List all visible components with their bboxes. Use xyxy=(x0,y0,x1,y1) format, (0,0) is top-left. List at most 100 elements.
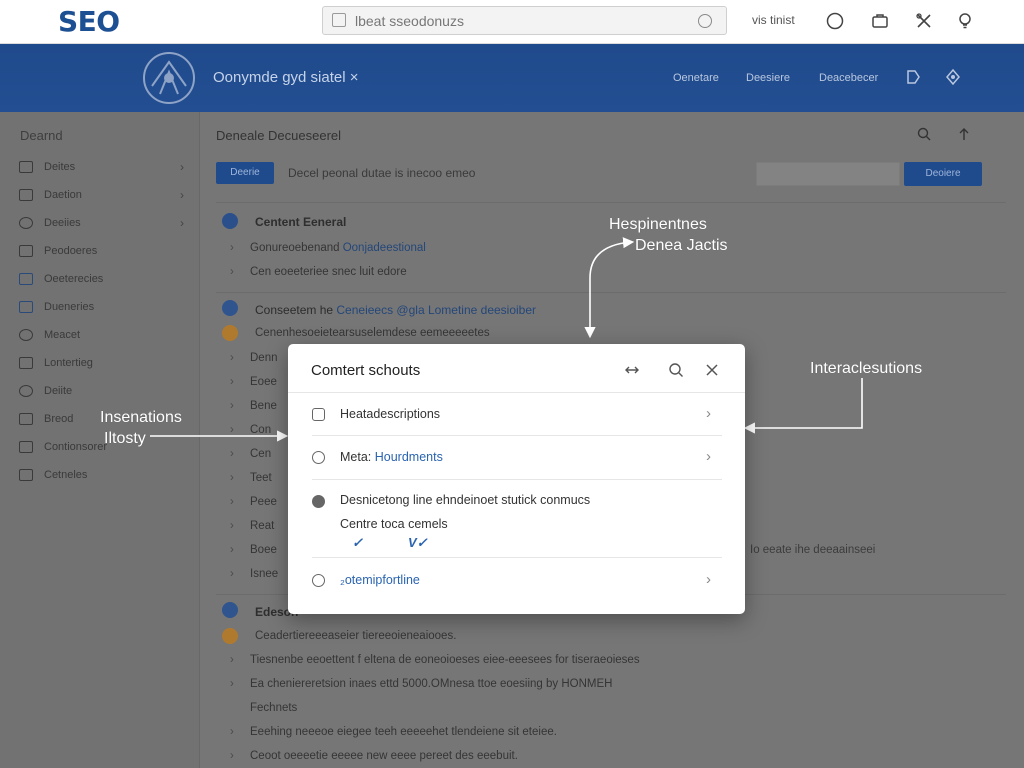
toggle-icon xyxy=(312,495,325,508)
chevron-right-icon: › xyxy=(180,160,184,174)
row-label: Heatadescriptions xyxy=(340,407,441,421)
list-item[interactable]: › Ea cheniereretsion inaes ettd 5000.OMne… xyxy=(230,678,612,690)
sidebar-item-label: Daetion xyxy=(44,189,82,201)
description-icon xyxy=(312,408,325,421)
list-item[interactable]: › Cen eoeeteriee snec luit edore xyxy=(230,266,407,278)
chevron-right-icon: › xyxy=(180,188,184,202)
sidebar-item-label: Deites xyxy=(44,161,76,173)
list-item[interactable]: › Reat xyxy=(230,520,274,532)
settings-icon[interactable] xyxy=(944,68,962,86)
list-item[interactable]: › Con xyxy=(230,424,271,436)
sidebar-item-8[interactable]: Lontertieg xyxy=(0,351,200,377)
filter-input[interactable] xyxy=(756,162,900,186)
folder-icon xyxy=(19,161,33,173)
annotation-top-line1: Hespinentnes xyxy=(609,216,707,233)
divider xyxy=(312,435,722,436)
list-item[interactable]: Fechnets xyxy=(230,702,297,714)
list-item[interactable]: › Ceoot oeeeetie eeeee new eeee pereet de… xyxy=(230,750,518,762)
divider xyxy=(216,202,1006,203)
chevron-right-icon: › xyxy=(180,216,184,230)
dialog-title: Comtert schouts xyxy=(311,362,421,379)
annotation-top-line2: Denea Jactis xyxy=(635,237,728,254)
divider xyxy=(216,292,1006,293)
annotation-right: Interaclesutions xyxy=(810,360,923,377)
section-heading: Centent Eeneral xyxy=(255,215,347,229)
dialog-row[interactable]: Meta: Hourdments › xyxy=(288,437,745,479)
annotation-left-line2: Iltosty xyxy=(104,430,146,447)
apply-button[interactable]: Deoiere xyxy=(904,162,982,186)
bulb-icon[interactable] xyxy=(955,11,975,31)
sidebar-item-1[interactable]: Deites › xyxy=(0,155,200,181)
search-icon[interactable] xyxy=(916,126,932,142)
sidebar-item-3[interactable]: Deeiies › xyxy=(0,211,200,237)
content-shortcuts-dialog: Comtert schouts Heatadescriptions › Meta… xyxy=(288,344,745,614)
sidebar-item-6[interactable]: Dueneries xyxy=(0,295,200,321)
check-icon[interactable]: ✓ xyxy=(352,535,363,551)
sidebar: Dearnd Deites › Daetion › Deeiies › Peodoer… xyxy=(0,112,200,768)
list-item[interactable]: › Boee xyxy=(230,544,277,556)
annotation-left-line1: Insenations xyxy=(100,409,182,426)
check-icon[interactable]: V✓ xyxy=(408,535,428,551)
bookmark-icon[interactable] xyxy=(904,68,922,86)
nav-link-2[interactable]: Deesiere xyxy=(746,72,790,84)
close-icon[interactable] xyxy=(703,361,721,379)
list-item[interactable]: › Denn xyxy=(230,352,278,364)
top-bar: SEO vis tinist xyxy=(0,0,1024,44)
page-title: Deneale Decueseerel xyxy=(216,128,342,143)
upload-icon[interactable] xyxy=(956,126,972,142)
divider xyxy=(288,392,745,393)
user-label[interactable]: vis tinist xyxy=(752,13,795,27)
app-logo[interactable]: SEO xyxy=(58,5,120,38)
row-label: Desnicetong line ehndeinoet stutick conm… xyxy=(340,493,591,507)
circle-icon[interactable] xyxy=(825,11,845,31)
layers-icon xyxy=(19,469,33,481)
globe-icon xyxy=(222,602,238,618)
list-item[interactable]: › Cen xyxy=(230,448,271,460)
dialog-row[interactable]: Heatadescriptions › xyxy=(288,394,745,436)
list-item[interactable]: › Tiesnenbe eeoettent f eltena de eoneoio… xyxy=(230,654,640,666)
page-icon xyxy=(19,413,33,425)
voice-search-icon[interactable] xyxy=(698,14,712,28)
tools-icon[interactable] xyxy=(914,11,934,31)
sidebar-item-label: Lontertieg xyxy=(44,357,93,369)
primary-button[interactable]: Deerie xyxy=(216,162,274,184)
sidebar-item-9[interactable]: Deiite xyxy=(0,379,200,405)
sidebar-item-5[interactable]: Oeeterecies xyxy=(0,267,200,293)
search-icon xyxy=(19,385,33,397)
smiley-icon xyxy=(312,574,325,587)
list-item[interactable]: › Peee xyxy=(230,496,277,508)
sidebar-item-label: Peodoeres xyxy=(44,245,98,257)
briefcase-icon[interactable] xyxy=(870,11,890,31)
list-item[interactable]: › Eoee xyxy=(230,376,277,388)
divider xyxy=(312,479,722,480)
sync-icon xyxy=(19,329,33,341)
divider xyxy=(312,557,722,558)
search-box[interactable] xyxy=(322,6,727,35)
search-icon[interactable] xyxy=(667,361,685,379)
sidebar-item-4[interactable]: Peodoeres xyxy=(0,239,200,265)
list-item[interactable]: › Gonureoebenand Oonjadeestional xyxy=(230,242,426,254)
clock-icon xyxy=(312,451,325,464)
nav-link-3[interactable]: Deacebecer xyxy=(819,72,878,84)
toolbar-description: Decel peonal dutae is inecoo emeo xyxy=(288,166,476,180)
list-item[interactable]: › Bene xyxy=(230,400,277,412)
sidebar-item-7[interactable]: Meacet xyxy=(0,323,200,349)
list-item[interactable]: › Isnee xyxy=(230,568,278,580)
badge-icon xyxy=(222,325,238,341)
globe-icon xyxy=(222,300,238,316)
dialog-row[interactable]: ₂otemipfortline › xyxy=(288,560,745,602)
move-icon[interactable] xyxy=(623,361,641,379)
sidebar-item-label: Contionsorer xyxy=(44,441,107,453)
nav-link-1[interactable]: Oenetare xyxy=(673,72,719,84)
sidebar-title: Dearnd xyxy=(20,128,63,143)
chevron-right-icon: › xyxy=(706,571,711,588)
list-item[interactable]: › Teet xyxy=(230,472,272,484)
list-item[interactable]: › Eeehing neeeoe eiegee teeh eeeeehet tle… xyxy=(230,726,557,738)
sidebar-item-11[interactable]: Contionsorer xyxy=(0,435,200,461)
chevron-right-icon: › xyxy=(706,405,711,422)
sidebar-item-2[interactable]: Daetion › xyxy=(0,183,200,209)
sidebar-item-12[interactable]: Cetneles xyxy=(0,463,200,489)
search-input[interactable] xyxy=(355,12,695,30)
row-label: ₂otemipfortline xyxy=(340,573,420,587)
info-icon xyxy=(222,213,238,229)
